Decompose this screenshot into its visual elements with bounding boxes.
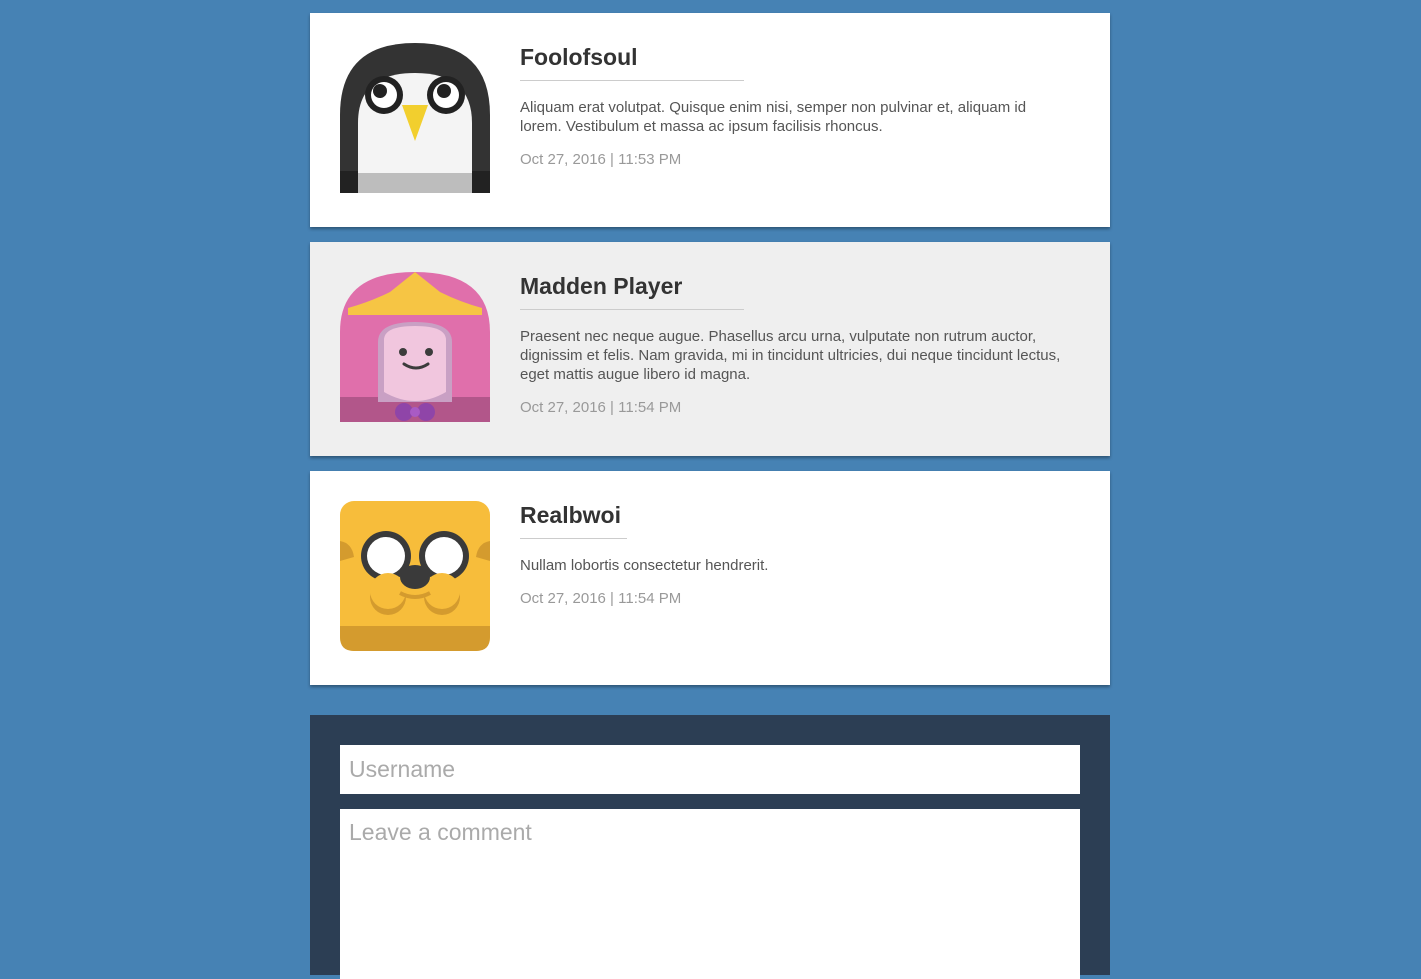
comment-author[interactable]: Foolofsoul: [520, 43, 744, 81]
comment-timestamp: Oct 27, 2016 | 11:54 PM: [520, 590, 682, 607]
princess-avatar-icon: [340, 272, 490, 422]
comment-author[interactable]: Realbwoi: [520, 501, 627, 539]
comment-textarea[interactable]: [340, 809, 1080, 979]
comment-form: [310, 715, 1110, 979]
comment-timestamp: Oct 27, 2016 | 11:54 PM: [520, 399, 682, 416]
comment-text: Praesent nec neque augue. Phasellus arcu…: [520, 328, 1061, 383]
penguin-avatar-icon: [340, 43, 490, 193]
comment-list: Foolofsoul Aliquam erat volutpat. Quisqu…: [310, 13, 1110, 700]
comment-card: Foolofsoul Aliquam erat volutpat. Quisqu…: [310, 13, 1110, 227]
comment-body: Realbwoi Nullam lobortis consectetur hen…: [520, 501, 1070, 607]
username-input[interactable]: [340, 745, 1080, 794]
comment-body: Madden Player Praesent nec neque augue. …: [520, 272, 1070, 416]
comment-text: Aliquam erat volutpat. Quisque enim nisi…: [520, 99, 1027, 135]
comment-author[interactable]: Madden Player: [520, 272, 744, 310]
dog-avatar-icon: [340, 501, 490, 651]
comment-timestamp: Oct 27, 2016 | 11:53 PM: [520, 151, 682, 168]
comment-text: Nullam lobortis consectetur hendrerit.: [520, 557, 769, 574]
comment-card: Madden Player Praesent nec neque augue. …: [310, 242, 1110, 456]
comment-body: Foolofsoul Aliquam erat volutpat. Quisqu…: [520, 43, 1070, 168]
comment-card: Realbwoi Nullam lobortis consectetur hen…: [310, 471, 1110, 685]
